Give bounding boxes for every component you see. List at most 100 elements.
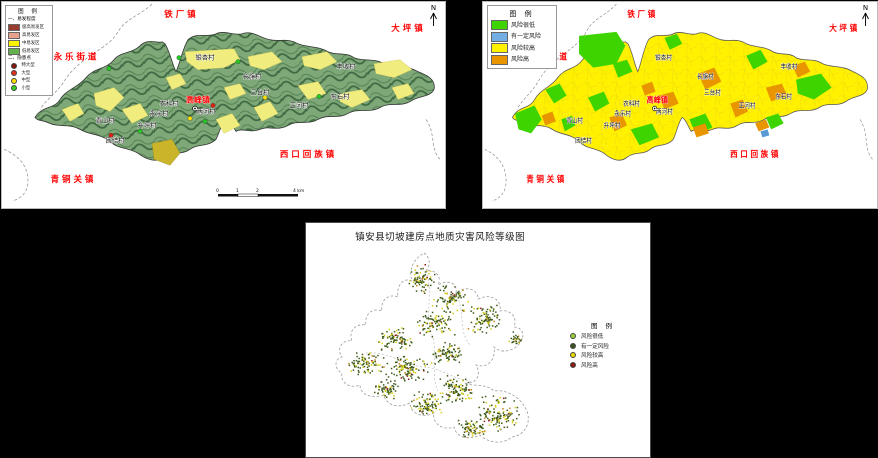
village-label: 升坪村 bbox=[604, 121, 621, 129]
house-point bbox=[411, 401, 413, 403]
house-point bbox=[388, 392, 390, 394]
house-point bbox=[477, 323, 479, 325]
house-point bbox=[474, 326, 476, 328]
house-point bbox=[428, 273, 430, 275]
house-point bbox=[435, 399, 437, 401]
house-point bbox=[462, 290, 464, 292]
house-point bbox=[409, 280, 411, 282]
house-point bbox=[407, 374, 409, 376]
house-point bbox=[518, 414, 520, 416]
house-point bbox=[470, 311, 472, 313]
house-point bbox=[478, 407, 480, 409]
house-point bbox=[420, 406, 422, 408]
map-panel-susceptibility: 铁 厂 镇大 坪 镇永 乐 街 道西 口 回 族 镇青 铜 关 镇高峰镇银杏村丰… bbox=[1, 1, 446, 209]
legend-label: 特大型 bbox=[22, 63, 35, 68]
house-point bbox=[499, 418, 501, 420]
house-point bbox=[393, 386, 395, 388]
house-point bbox=[423, 281, 425, 283]
house-point bbox=[456, 391, 458, 393]
north-arrow: N bbox=[429, 5, 438, 31]
village-label: 长旗村 bbox=[697, 72, 714, 80]
house-point bbox=[420, 280, 422, 282]
house-point bbox=[494, 417, 496, 419]
house-point bbox=[499, 319, 501, 321]
house-point bbox=[435, 352, 437, 354]
house-point bbox=[414, 279, 416, 281]
house-point bbox=[418, 408, 420, 410]
hazard-dot bbox=[138, 129, 142, 133]
house-point bbox=[422, 280, 424, 282]
house-point bbox=[427, 328, 429, 330]
house-point bbox=[428, 317, 430, 319]
house-point bbox=[503, 411, 505, 413]
house-point bbox=[428, 403, 430, 405]
village-label: 银杏村 bbox=[196, 53, 216, 62]
house-point bbox=[430, 330, 432, 332]
house-point bbox=[438, 316, 440, 318]
north-arrow-icon bbox=[429, 12, 438, 27]
house-point bbox=[423, 291, 425, 293]
house-point bbox=[466, 389, 468, 391]
house-point bbox=[499, 429, 501, 431]
house-point bbox=[493, 310, 495, 312]
village-label: 丰收村 bbox=[337, 62, 357, 71]
hazard-dot bbox=[107, 66, 111, 70]
house-point bbox=[394, 380, 396, 382]
house-point bbox=[454, 357, 456, 359]
house-point bbox=[367, 367, 369, 369]
house-point bbox=[369, 352, 371, 354]
house-point bbox=[448, 386, 450, 388]
house-point bbox=[414, 278, 416, 280]
house-point bbox=[492, 313, 494, 315]
house-point bbox=[436, 329, 438, 331]
house-point bbox=[442, 392, 444, 394]
house-point bbox=[432, 396, 434, 398]
town-label: 铁 厂 镇 bbox=[164, 9, 196, 19]
house-point bbox=[512, 422, 514, 424]
house-point bbox=[449, 302, 451, 304]
house-point bbox=[384, 388, 386, 390]
house-point bbox=[447, 306, 449, 308]
house-point bbox=[463, 434, 465, 436]
house-point bbox=[435, 319, 437, 321]
legend-label: 风险高 bbox=[581, 361, 598, 369]
house-point bbox=[354, 362, 356, 364]
house-point bbox=[378, 385, 380, 387]
house-point bbox=[358, 370, 360, 372]
house-point bbox=[400, 374, 402, 376]
village-label: 丰收村 bbox=[781, 62, 798, 70]
house-point bbox=[437, 299, 439, 301]
legend-swatch bbox=[11, 63, 17, 69]
scalebar-label: 4 km bbox=[293, 188, 304, 194]
house-point bbox=[434, 321, 436, 323]
house-point bbox=[508, 420, 510, 422]
house-point bbox=[496, 317, 498, 319]
house-point bbox=[505, 418, 507, 420]
house-point bbox=[489, 425, 491, 427]
house-point bbox=[429, 399, 431, 401]
house-point bbox=[477, 432, 479, 434]
house-point bbox=[514, 400, 516, 402]
legend-group2-rows: 特大型大型中型小型 bbox=[8, 63, 50, 92]
house-point bbox=[453, 313, 455, 315]
house-point bbox=[397, 335, 399, 337]
house-point bbox=[430, 315, 432, 317]
house-point bbox=[375, 386, 377, 388]
house-point bbox=[430, 279, 432, 281]
house-point bbox=[444, 385, 446, 387]
house-point bbox=[462, 398, 464, 400]
house-point bbox=[409, 345, 411, 347]
house-point bbox=[384, 335, 386, 337]
legend-swatch bbox=[570, 352, 576, 358]
house-point bbox=[362, 354, 364, 356]
house-point bbox=[373, 355, 375, 357]
house-point bbox=[489, 317, 491, 319]
house-point bbox=[465, 421, 467, 423]
house-point bbox=[479, 322, 481, 324]
house-point bbox=[395, 384, 397, 386]
house-point bbox=[445, 292, 447, 294]
house-point bbox=[419, 403, 421, 405]
house-point bbox=[461, 389, 463, 391]
house-point bbox=[349, 365, 351, 367]
house-point bbox=[395, 335, 397, 337]
